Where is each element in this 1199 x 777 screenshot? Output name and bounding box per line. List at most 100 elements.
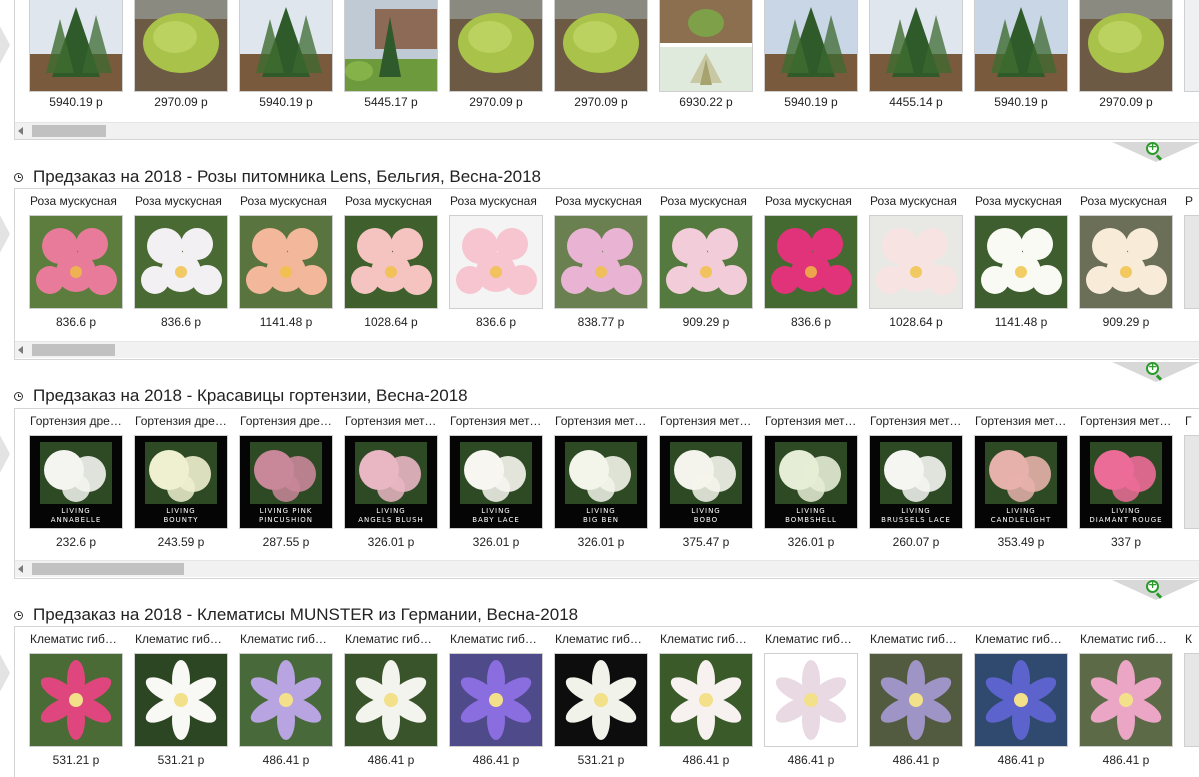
product-image[interactable] <box>1079 653 1173 747</box>
product-name[interactable]: Роза мускусная <box>450 194 542 208</box>
product-name[interactable]: Г <box>1185 414 1199 428</box>
product-image[interactable] <box>554 653 648 747</box>
product-image[interactable] <box>449 0 543 92</box>
product-image[interactable] <box>29 215 123 309</box>
product-image[interactable] <box>344 0 438 92</box>
product-image[interactable]: LIVING BOMBSHELL <box>764 435 858 529</box>
scrollbar-thumb[interactable] <box>32 563 184 575</box>
product-name[interactable]: Гортензия метельчатая <box>555 414 647 428</box>
product-image[interactable] <box>29 0 123 92</box>
product-name[interactable]: Роза мускусная <box>975 194 1067 208</box>
product-card[interactable]: Роза мускусная 836.6 р <box>446 189 551 341</box>
product-card[interactable]: Клематис гибридный 486.41 р <box>446 627 551 777</box>
product-card[interactable]: Роза мускусная 836.6 р <box>131 189 236 341</box>
product-image[interactable]: LIVING BIG BEN <box>554 435 648 529</box>
product-card[interactable]: Клематис гибридный 486.41 р <box>866 627 971 777</box>
product-name[interactable]: Клематис гибридный <box>135 632 227 646</box>
product-name[interactable]: Клематис гибридный <box>30 632 122 646</box>
product-card[interactable]: 5940.19 р <box>236 0 341 122</box>
product-image[interactable] <box>974 0 1068 92</box>
product-name[interactable]: Гортензия метельчатая <box>870 414 962 428</box>
product-image[interactable] <box>764 215 858 309</box>
product-card[interactable]: Роза мускусная 1141.48 р <box>236 189 341 341</box>
product-name[interactable]: Клематис гибридный <box>555 632 647 646</box>
product-card[interactable]: Роза мускусная 1028.64 р <box>866 189 971 341</box>
product-image[interactable] <box>554 0 648 92</box>
product-image[interactable] <box>1184 0 1199 92</box>
product-image[interactable] <box>659 215 753 309</box>
product-card[interactable]: К <box>1181 627 1199 777</box>
product-name[interactable]: Клематис гибридный <box>765 632 857 646</box>
product-card[interactable]: 6930.22 р <box>656 0 761 122</box>
product-card[interactable]: 2970.09 р <box>131 0 236 122</box>
product-name[interactable]: Роза мускусная <box>660 194 752 208</box>
product-image[interactable] <box>869 0 963 92</box>
product-image[interactable] <box>1184 435 1199 529</box>
product-image[interactable] <box>659 653 753 747</box>
product-name[interactable]: К <box>1185 632 1199 646</box>
product-image[interactable] <box>134 215 228 309</box>
product-name[interactable]: Клематис гибридный <box>660 632 752 646</box>
product-name[interactable]: Р <box>1185 194 1199 208</box>
product-card[interactable]: Роза мускусная 909.29 р <box>656 189 761 341</box>
arrow-left-icon[interactable] <box>18 346 23 354</box>
product-name[interactable]: Роза мускусная <box>765 194 857 208</box>
product-card[interactable]: Клематис гибридный 486.41 р <box>236 627 341 777</box>
product-name[interactable]: Гортензия древовидная <box>240 414 332 428</box>
product-name[interactable]: Гортензия метельчатая <box>660 414 752 428</box>
expand-section-button[interactable] <box>1112 578 1199 602</box>
product-image[interactable] <box>764 653 858 747</box>
product-card[interactable]: 4455.14 р <box>866 0 971 122</box>
product-card[interactable]: Клематис гибридный 486.41 р <box>971 627 1076 777</box>
product-card[interactable]: Роза мускусная 1028.64 р <box>341 189 446 341</box>
expand-section-button[interactable] <box>1112 140 1199 164</box>
product-image[interactable]: LIVING CANDLELIGHT <box>974 435 1068 529</box>
product-card[interactable]: Клематис гибридный 486.41 р <box>341 627 446 777</box>
product-image[interactable]: LIVING ANGELS BLUSH <box>344 435 438 529</box>
product-image[interactable] <box>1184 215 1199 309</box>
product-name[interactable]: Роза мускусная <box>555 194 647 208</box>
product-card[interactable]: 5445.17 р <box>341 0 446 122</box>
product-image[interactable]: LIVING DIAMANT ROUGE <box>1079 435 1173 529</box>
product-card[interactable]: Клематис гибридный 531.21 р <box>26 627 131 777</box>
product-name[interactable]: Клематис гибридный <box>345 632 437 646</box>
product-image[interactable] <box>239 0 333 92</box>
product-card[interactable]: Гортензия древовидная LIVINGBOUNTY 243.59… <box>131 409 236 560</box>
product-name[interactable]: Гортензия метельчатая <box>765 414 857 428</box>
product-card[interactable]: Гортензия метельчатая LIVINGBABY LACE 326… <box>446 409 551 560</box>
scrollbar-thumb[interactable] <box>32 344 115 356</box>
product-card[interactable]: Роза мускусная 909.29 р <box>1076 189 1181 341</box>
product-card[interactable]: Гортензия древовидная LIVING PINKPINCUSH… <box>236 409 341 560</box>
product-card[interactable]: Р <box>1181 189 1199 341</box>
product-image[interactable] <box>869 215 963 309</box>
product-name[interactable]: Роза мускусная <box>30 194 122 208</box>
product-name[interactable]: Гортензия древовидная <box>30 414 122 428</box>
product-card[interactable]: 2970.09 р <box>551 0 656 122</box>
product-image[interactable]: LIVING BRUSSELS LACE <box>869 435 963 529</box>
arrow-left-icon[interactable] <box>18 565 23 573</box>
product-image[interactable] <box>29 653 123 747</box>
product-card[interactable]: Гортензия метельчатая LIVINGCANDLELIGHT 3… <box>971 409 1076 560</box>
product-name[interactable]: Клематис гибридный <box>240 632 332 646</box>
product-card[interactable]: Гортензия метельчатая LIVINGBOMBSHELL 326… <box>761 409 866 560</box>
product-name[interactable]: Гортензия метельчатая <box>345 414 437 428</box>
product-name[interactable]: Гортензия метельчатая <box>450 414 542 428</box>
product-card[interactable]: Клематис гибридный 531.21 р <box>131 627 236 777</box>
product-image[interactable] <box>134 0 228 92</box>
product-name[interactable]: Клематис гибридный <box>870 632 962 646</box>
product-name[interactable]: Гортензия древовидная <box>135 414 227 428</box>
product-card[interactable]: Гортензия метельчатая LIVINGANGELS BLUSH… <box>341 409 446 560</box>
product-image[interactable] <box>764 0 858 92</box>
product-card[interactable]: Гортензия метельчатая LIVINGBOBO 375.47 р <box>656 409 761 560</box>
product-card[interactable]: Клематис гибридный 486.41 р <box>761 627 866 777</box>
product-card[interactable]: Клематис гибридный 486.41 р <box>656 627 761 777</box>
product-name[interactable]: Роза мускусная <box>870 194 962 208</box>
arrow-left-icon[interactable] <box>18 127 23 135</box>
product-card[interactable]: 2970.09 р <box>1076 0 1181 122</box>
product-image[interactable] <box>239 215 333 309</box>
product-name[interactable]: Роза мускусная <box>345 194 437 208</box>
product-image[interactable]: LIVING BOBO <box>659 435 753 529</box>
product-name[interactable]: Клематис гибридный <box>975 632 1067 646</box>
carousel-scrollbar[interactable] <box>15 341 1199 358</box>
product-image[interactable] <box>449 653 543 747</box>
